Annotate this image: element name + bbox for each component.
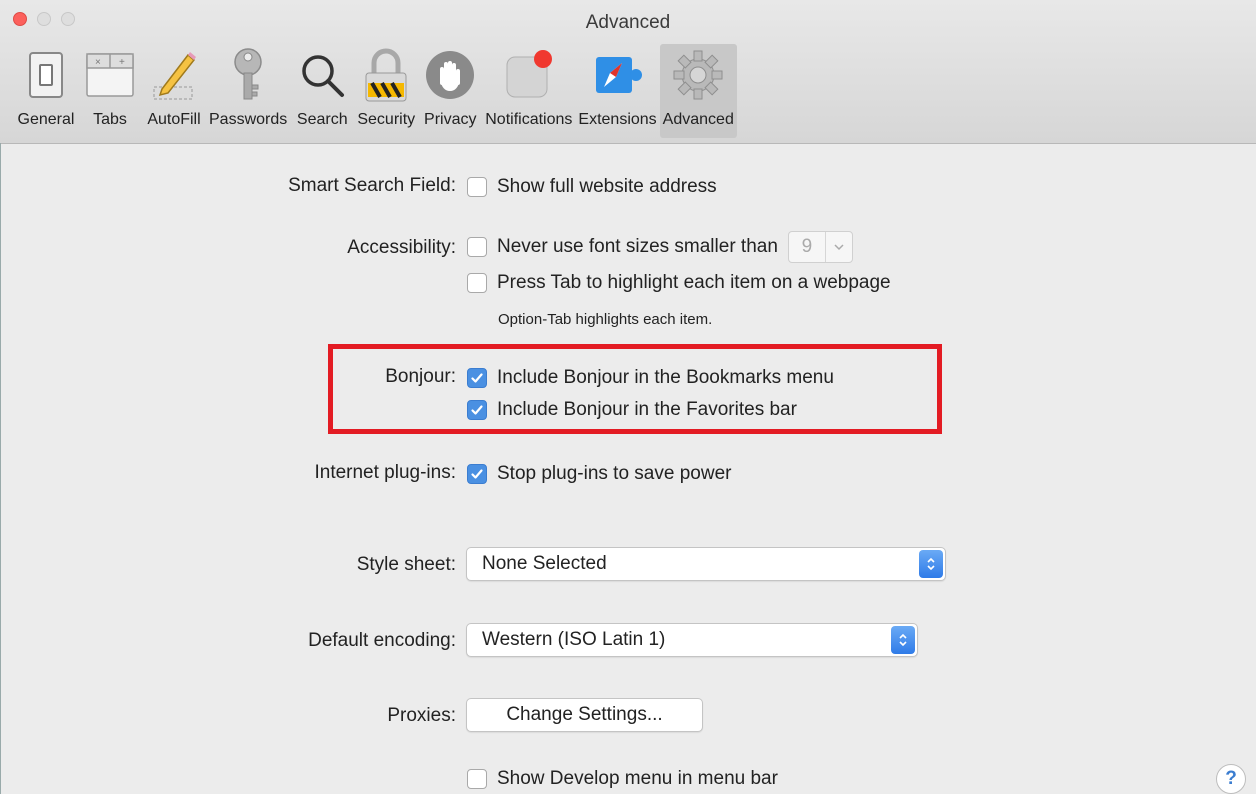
tab-highlight-note: Option-Tab highlights each item. (498, 311, 713, 328)
tab-highlight-checkbox[interactable] (467, 273, 487, 293)
style-sheet-select[interactable]: None Selected (466, 547, 946, 581)
tab-extensions[interactable]: Extensions (575, 44, 659, 138)
tab-label-tabs: Tabs (93, 111, 127, 128)
tab-label-privacy: Privacy (424, 111, 477, 128)
notification-badge-icon (500, 46, 558, 104)
show-full-address-label: Show full website address (497, 176, 717, 197)
tab-advanced[interactable]: Advanced (659, 44, 737, 138)
min-font-size-label: Never use font sizes smaller than (497, 236, 778, 257)
style-sheet-value: None Selected (482, 553, 607, 574)
default-encoding-value: Western (ISO Latin 1) (482, 629, 666, 650)
padlock-icon (357, 46, 415, 104)
chevron-down-icon (826, 232, 852, 262)
default-encoding-label: Default encoding: (308, 630, 456, 651)
stop-plugins-checkbox[interactable] (467, 464, 487, 484)
show-develop-menu-checkbox[interactable] (467, 769, 487, 789)
tab-notifications[interactable]: Notifications (482, 44, 575, 138)
tab-tabs[interactable]: × + Tabs (78, 44, 142, 138)
smart-search-field-label: Smart Search Field: (288, 175, 456, 196)
min-font-size-select[interactable]: 9 (787, 231, 853, 263)
up-down-arrows-icon (919, 550, 943, 578)
show-full-address-checkbox[interactable] (467, 177, 487, 197)
magnifier-icon (293, 46, 351, 104)
bonjour-highlight-box (328, 344, 942, 434)
svg-text:×: × (95, 57, 101, 68)
min-font-size-checkbox[interactable] (467, 237, 487, 257)
tabs-icon: × + (81, 46, 139, 104)
tab-search[interactable]: Search (290, 44, 354, 138)
up-down-arrows-icon (891, 626, 915, 654)
svg-text:+: + (119, 57, 125, 68)
key-icon (219, 46, 277, 104)
stop-plugins-option[interactable]: Stop plug-ins to save power (467, 463, 731, 485)
accessibility-label: Accessibility: (347, 237, 456, 258)
safari-preferences-window: Advanced General × + Tabs AutoFill Passw… (0, 0, 1256, 794)
tab-general[interactable]: General (14, 44, 78, 138)
tab-passwords[interactable]: Passwords (206, 44, 290, 138)
show-develop-menu-option[interactable]: Show Develop menu in menu bar (467, 768, 778, 790)
min-font-size-value: 9 (789, 232, 826, 262)
tab-security[interactable]: Security (354, 44, 418, 138)
internet-plugins-label: Internet plug-ins: (314, 462, 456, 483)
preferences-toolbar: Advanced General × + Tabs AutoFill Passw… (0, 0, 1256, 144)
tab-label-passwords: Passwords (209, 111, 288, 128)
preference-tabs: General × + Tabs AutoFill Passwords Sear… (14, 44, 737, 138)
window-title: Advanced (585, 12, 671, 33)
help-button[interactable]: ? (1216, 764, 1246, 794)
tab-label-security: Security (357, 111, 416, 128)
gear-icon (669, 46, 727, 104)
window-left-border (0, 143, 1, 794)
tab-autofill[interactable]: AutoFill (142, 44, 206, 138)
tab-label-extensions: Extensions (578, 111, 657, 128)
tab-highlight-label: Press Tab to highlight each item on a we… (497, 272, 891, 293)
style-sheet-label: Style sheet: (356, 554, 456, 575)
proxies-label: Proxies: (387, 705, 456, 726)
tab-label-general: General (17, 111, 75, 128)
checkmark-icon (471, 469, 483, 479)
general-switch-icon (17, 46, 75, 104)
tab-highlight-option[interactable]: Press Tab to highlight each item on a we… (467, 272, 891, 294)
tab-label-autofill: AutoFill (147, 111, 201, 128)
tab-label-search: Search (296, 111, 348, 128)
puzzle-compass-icon (589, 46, 647, 104)
tab-label-notifications: Notifications (485, 111, 573, 128)
hand-icon (421, 46, 479, 104)
tab-privacy[interactable]: Privacy (418, 44, 482, 138)
default-encoding-select[interactable]: Western (ISO Latin 1) (466, 623, 918, 657)
stop-plugins-label: Stop plug-ins to save power (497, 463, 732, 484)
show-develop-menu-label: Show Develop menu in menu bar (497, 768, 778, 789)
change-settings-button[interactable]: Change Settings... (466, 698, 703, 732)
pencil-icon (145, 46, 203, 104)
min-font-size-option[interactable]: Never use font sizes smaller than 9 (467, 231, 853, 263)
tab-label-advanced: Advanced (662, 111, 734, 128)
show-full-address-option[interactable]: Show full website address (467, 176, 717, 198)
